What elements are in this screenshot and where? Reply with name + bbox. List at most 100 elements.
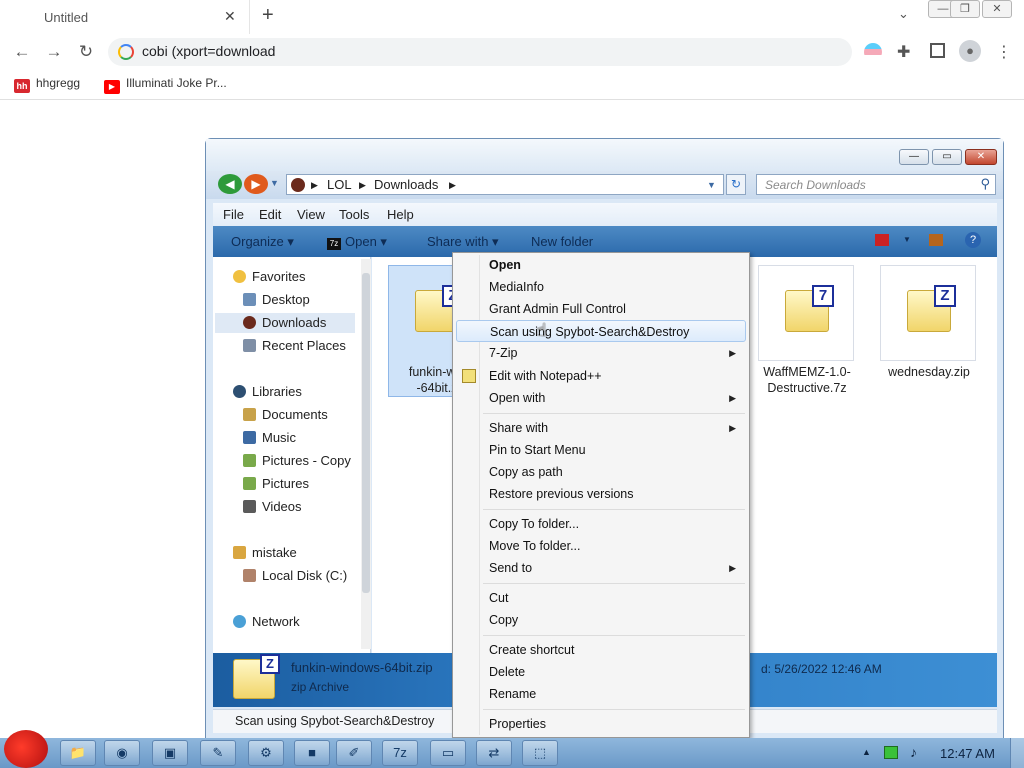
back-icon[interactable]: ← (10, 40, 34, 64)
share-with-button[interactable]: Share with ▾ (427, 234, 499, 250)
menu-help[interactable]: Help (387, 207, 414, 222)
volume-icon[interactable]: ♪ (910, 744, 917, 760)
submenu-arrow-icon: ▶ (729, 563, 736, 573)
menu-item-delete[interactable]: Delete (456, 661, 746, 683)
menu-separator (483, 509, 745, 510)
new-tab-icon[interactable]: + (262, 4, 274, 27)
nav-label: Favorites (252, 269, 306, 284)
organize-button[interactable]: Organize ▾ (231, 234, 294, 250)
tab-close-icon[interactable]: ✕ (224, 8, 236, 25)
extension-flag-icon[interactable] (864, 43, 882, 61)
menu-label: Edit with Notepad++ (489, 369, 602, 383)
new-folder-button[interactable]: New folder (531, 234, 593, 249)
taskbar-window[interactable]: ▭ (430, 740, 466, 766)
open-button[interactable]: 7z Open ▾ (327, 234, 387, 250)
start-orb-icon[interactable] (4, 730, 48, 768)
menu-item-copy-to-folder[interactable]: Copy To folder... (456, 513, 746, 535)
menu-item-7zip[interactable]: 7-Zip ▶ (456, 342, 746, 364)
menu-separator (483, 709, 745, 710)
scrollbar-thumb[interactable] (362, 273, 370, 593)
breadcrumb-downloads[interactable]: Downloads (374, 177, 438, 192)
battery-icon[interactable] (884, 746, 898, 759)
help-icon[interactable]: ? (965, 232, 981, 248)
browser-tab-strip: Untitled ✕ + ⌄ — ❐ ✕ (0, 0, 1024, 34)
taskbar-chrome[interactable]: ◉ (104, 740, 140, 766)
nav-scrollbar[interactable] (361, 259, 371, 649)
taskbar-7zip[interactable]: 7z (382, 740, 418, 766)
zip-badge: Z (934, 285, 956, 307)
view-options-icon[interactable] (875, 234, 889, 246)
menu-edit[interactable]: Edit (259, 207, 281, 222)
back-arrow-icon[interactable]: ◀ (218, 174, 242, 194)
menu-item-properties[interactable]: Properties (456, 713, 746, 735)
menu-item-copy[interactable]: Copy (456, 609, 746, 631)
search-downloads-input[interactable]: Search Downloads ⚲ (756, 174, 996, 195)
menu-item-mediainfo[interactable]: MediaInfo (456, 276, 746, 298)
address-dropdown-icon[interactable]: ▼ (707, 180, 716, 190)
taskbar-network[interactable]: ⇄ (476, 740, 512, 766)
reload-icon[interactable]: ↻ (74, 40, 98, 64)
forward-arrow-icon[interactable]: ▶ (244, 174, 268, 194)
menu-file[interactable]: File (223, 207, 244, 222)
menu-item-move-to-folder[interactable]: Move To folder... (456, 535, 746, 557)
file-item-wednesday[interactable]: Z wednesday.zip (880, 265, 976, 379)
history-dropdown-icon[interactable]: ▼ (270, 178, 279, 188)
address-bar[interactable]: cobi (xport=download (108, 38, 852, 66)
nav-label: Pictures (262, 476, 309, 491)
refresh-icon[interactable]: ↻ (726, 174, 746, 195)
taskbar-brush[interactable]: ✐ (336, 740, 372, 766)
menu-view[interactable]: View (297, 207, 325, 222)
nav-label: Music (262, 430, 296, 445)
menu-item-pin-start[interactable]: Pin to Start Menu (456, 439, 746, 461)
preview-pane-icon[interactable] (929, 234, 943, 246)
forward-icon[interactable]: → (42, 40, 66, 64)
clock[interactable]: 12:47 AM (940, 746, 995, 761)
taskbar: 📁 ◉ ▣ ✎ ⚙ ■ ✐ 7z ▭ ⇄ ⬚ ▲ ♪ 12:47 AM (0, 730, 1024, 768)
profile-avatar-icon[interactable]: ● (959, 40, 981, 62)
bookmark-illuminati[interactable]: ▶ Illuminati Joke Pr... (104, 76, 227, 94)
explorer-minimize-button[interactable]: — (899, 149, 929, 165)
extensions-puzzle-icon[interactable]: ✚ (897, 42, 910, 62)
taskbar-app[interactable]: ■ (294, 740, 330, 766)
search-icon[interactable]: ⚲ (980, 176, 990, 192)
menu-item-open[interactable]: Open (456, 254, 746, 276)
menu-item-scan-spybot[interactable]: Scan using Spybot-Search&Destroy (456, 320, 746, 342)
explorer-address-bar[interactable]: ▶ LOL ▶ Downloads ▶ ▼ (286, 174, 724, 195)
taskbar-paint[interactable]: ✎ (200, 740, 236, 766)
restore-button[interactable]: ❐ (950, 0, 980, 18)
show-desktop-button[interactable] (1010, 738, 1024, 768)
menu-item-restore-versions[interactable]: Restore previous versions (456, 483, 746, 505)
taskbar-tool[interactable]: ⚙ (248, 740, 284, 766)
menu-item-create-shortcut[interactable]: Create shortcut (456, 639, 746, 661)
explorer-nav-bar: ◀ ▶ ▼ ▶ LOL ▶ Downloads ▶ ▼ ↻ Search Dow… (206, 171, 1003, 199)
menu-item-cut[interactable]: Cut (456, 587, 746, 609)
browser-tab[interactable]: Untitled ✕ (0, 0, 250, 34)
menu-separator (483, 635, 745, 636)
close-button[interactable]: ✕ (982, 0, 1012, 18)
menu-item-notepad[interactable]: Edit with Notepad++ (456, 365, 746, 387)
menu-item-send-to[interactable]: Send to ▶ (456, 557, 746, 579)
nav-downloads[interactable]: Downloads (215, 313, 355, 333)
menu-item-rename[interactable]: Rename (456, 683, 746, 705)
breadcrumb-lol[interactable]: LOL (327, 177, 352, 192)
side-panel-icon[interactable] (930, 43, 945, 58)
file-item-waffmemz[interactable]: 7 WaffMEMZ-1.0- Destructive.7z (758, 265, 854, 395)
breadcrumb-separator-icon: ▶ (311, 180, 318, 190)
menu-item-open-with[interactable]: Open with ▶ (456, 387, 746, 409)
bookmark-hhgregg[interactable]: hh hhgregg (14, 76, 80, 93)
menu-item-copy-path[interactable]: Copy as path (456, 461, 746, 483)
libraries-icon (233, 385, 246, 398)
tray-expand-icon[interactable]: ▲ (862, 747, 871, 757)
menu-tools[interactable]: Tools (339, 207, 369, 222)
explorer-close-button[interactable]: ✕ (965, 149, 997, 165)
explorer-maximize-button[interactable]: ▭ (932, 149, 962, 165)
taskbar-installer[interactable]: ⬚ (522, 740, 558, 766)
menu-item-share-with[interactable]: Share with ▶ (456, 417, 746, 439)
tab-search-chevron-icon[interactable]: ⌄ (898, 6, 909, 22)
taskbar-explorer[interactable]: 📁 (60, 740, 96, 766)
view-dropdown-icon[interactable]: ▼ (903, 235, 911, 244)
menu-item-grant-admin[interactable]: Grant Admin Full Control (456, 298, 746, 320)
menu-kebab-icon[interactable]: ⋮ (996, 42, 1012, 62)
nav-label: Recent Places (262, 338, 346, 353)
taskbar-terminal[interactable]: ▣ (152, 740, 188, 766)
